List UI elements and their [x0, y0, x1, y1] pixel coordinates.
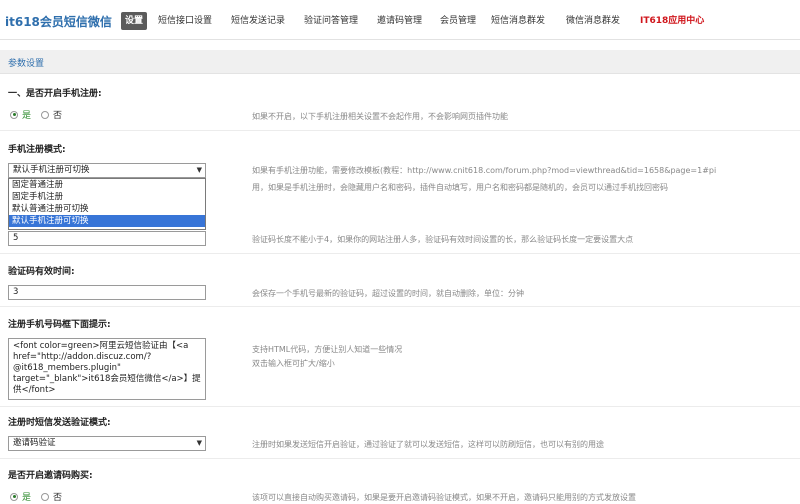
reg-mode-option[interactable]: 默认普通注册可切换 — [9, 203, 205, 215]
section-title: 参数设置 — [8, 59, 45, 69]
reg-tip-help-line1: 支持HTML代码，方便让别人知道一些情况 — [252, 345, 403, 354]
mobile-reg-help: 如果不开启，以下手机注册相关设置不会起作用，不会影响网页插件功能 — [252, 112, 508, 121]
send-mode-help: 注册时如果发送短信开启验证，通过验证了就可以发送短信，这样可以防刷短信，也可以有… — [252, 440, 604, 449]
mobile-reg-no-radio[interactable] — [41, 110, 50, 119]
reg-mode-selected-value: 默认手机注册可切换 — [13, 165, 90, 175]
send-mode-label: 注册时短信发送验证模式: — [8, 418, 111, 428]
top-nav: it618会员短信微信 设置 短信接口设置 短信发送记录 验证问答管理 邀请码管… — [0, 0, 800, 40]
divider — [0, 130, 800, 131]
code-valid-help: 会保存一个手机号最新的验证码，超过设置的时间，就自动删除，单位：分钟 — [252, 289, 524, 298]
tab-sms-broadcast[interactable]: 短信消息群发 — [491, 12, 545, 30]
reg-mode-select[interactable]: 默认手机注册可切换 ▼ — [8, 163, 206, 178]
mobile-reg-yes-label[interactable]: 是 — [22, 108, 31, 121]
invite-buy-no-label[interactable]: 否 — [53, 490, 62, 503]
reg-mode-option-highlighted[interactable]: 默认手机注册可切换 — [9, 215, 205, 227]
tab-sms-send-log[interactable]: 短信发送记录 — [231, 12, 285, 30]
chevron-down-icon[interactable]: ▼ — [197, 164, 202, 177]
invite-buy-radio-group: 是 否 — [10, 490, 62, 503]
mobile-reg-no-label[interactable]: 否 — [53, 108, 62, 121]
code-valid-label: 验证码有效时间: — [8, 267, 75, 277]
tab-sms-api-settings[interactable]: 短信接口设置 — [158, 12, 212, 30]
code-valid-input[interactable]: 3 — [8, 285, 206, 300]
reg-mode-option[interactable]: 固定普通注册 — [9, 179, 205, 191]
reg-tip-label: 注册手机号码框下面提示: — [8, 320, 111, 330]
divider — [0, 306, 800, 307]
reg-tip-help-line2: 双击输入框可扩大/缩小 — [252, 359, 335, 368]
send-mode-select[interactable]: 邀请码验证 ▼ — [8, 436, 206, 451]
divider — [0, 253, 800, 254]
mobile-reg-yes-radio[interactable] — [10, 110, 18, 119]
reg-mode-dropdown-list[interactable]: 固定普通注册 固定手机注册 默认普通注册可切换 默认手机注册可切换 — [8, 178, 206, 230]
tab-settings[interactable]: 设置 — [121, 12, 148, 30]
invite-buy-no-radio[interactable] — [41, 492, 50, 501]
tab-app-center[interactable]: IT618应用中心 — [640, 12, 704, 30]
invite-buy-help: 该项可以直接自动购买邀请码，如果是要开启邀请码验证模式，如果不开启，邀请码只能用… — [252, 493, 636, 502]
reg-mode-label: 手机注册模式: — [8, 145, 66, 155]
invite-buy-label: 是否开启邀请码购买: — [8, 471, 93, 481]
tab-members[interactable]: 会员管理 — [440, 12, 476, 30]
app-title: it618会员短信微信 — [5, 15, 112, 29]
reg-tip-textarea[interactable]: <font color=green>阿里云短信验证由【<a href="http… — [8, 338, 206, 400]
code-length-input[interactable]: 5 — [8, 231, 206, 246]
section-header: 参数设置 — [0, 50, 800, 74]
tab-wechat-broadcast[interactable]: 微信消息群发 — [566, 12, 620, 30]
tab-verify-qa[interactable]: 验证问答管理 — [304, 12, 358, 30]
reg-mode-option[interactable]: 固定手机注册 — [9, 191, 205, 203]
reg-mode-help-line1: 如果有手机注册功能，需要修改模板(教程：http://www.cnit618.c… — [252, 166, 717, 175]
divider — [0, 406, 800, 407]
divider — [0, 458, 800, 459]
send-mode-selected-value: 邀请码验证 — [13, 438, 56, 448]
mobile-reg-radio-group: 是 否 — [10, 108, 62, 121]
invite-buy-yes-radio[interactable] — [10, 492, 18, 501]
tab-invite-codes[interactable]: 邀请码管理 — [377, 12, 422, 30]
mobile-reg-label: 一、是否开启手机注册: — [8, 89, 102, 99]
invite-buy-yes-label[interactable]: 是 — [22, 490, 31, 503]
code-length-help: 验证码长度不能小于4，如果你的网站注册人多，验证码有效时间设置的长，那么验证码长… — [252, 235, 634, 244]
reg-mode-help-line2: 用，如果是手机注册时，会隐藏用户名和密码，插件自动填写，用户名和密码都是随机的，… — [252, 183, 668, 192]
chevron-down-icon[interactable]: ▼ — [197, 437, 202, 450]
